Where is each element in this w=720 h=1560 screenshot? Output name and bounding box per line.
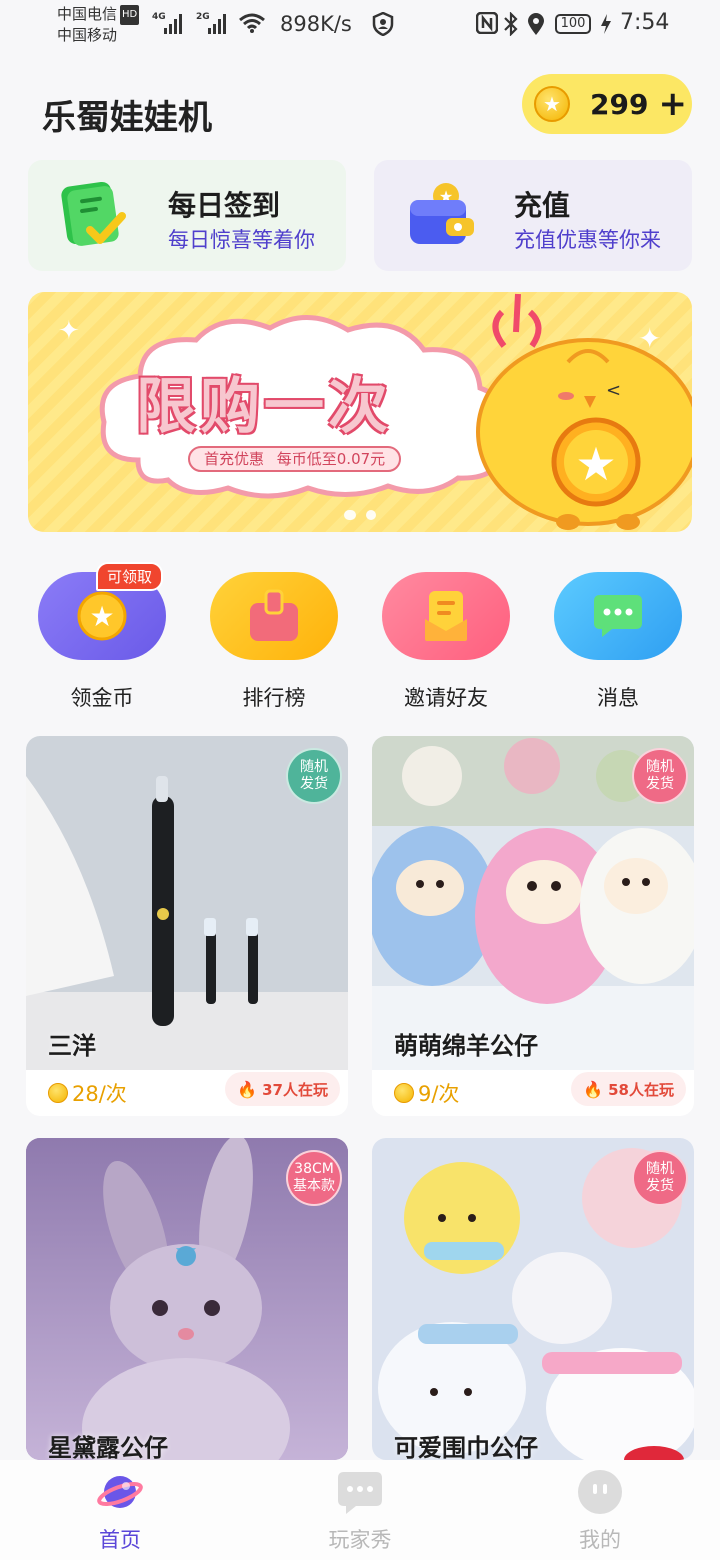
coin-star-icon: ★ 可领取 xyxy=(38,562,166,660)
battery-level: 100 xyxy=(560,16,586,31)
wallet-icon: ★ xyxy=(406,180,474,250)
signal-icon xyxy=(208,12,226,34)
badge-line: 发货 xyxy=(646,1178,674,1194)
product-name: 星黛露公仔 xyxy=(48,1434,168,1460)
pager-dot[interactable] xyxy=(344,510,356,520)
shortcut-label: 邀请好友 xyxy=(404,686,488,710)
badge-line: 随机 xyxy=(646,759,674,775)
carrier-info: 中国电信 HD 中国移动 xyxy=(57,4,140,45)
shortcut-label: 消息 xyxy=(597,686,639,710)
hd-badge: HD xyxy=(120,5,140,25)
profile-face-icon xyxy=(578,1470,622,1514)
recharge-card[interactable]: ★ 充值 充值优惠等你来 xyxy=(374,160,692,271)
product-name: 可爱围巾公仔 xyxy=(394,1434,538,1460)
add-coins-icon: + xyxy=(658,84,687,124)
flame-icon: 🔥 xyxy=(583,1079,604,1099)
svg-text:<: < xyxy=(606,380,621,401)
product-card[interactable]: 随机 发货 三洋 28/次 🔥 37人在玩 xyxy=(26,736,348,1116)
carrier-1: 中国电信 xyxy=(57,5,118,23)
tab-label: 首页 xyxy=(99,1528,141,1552)
privacy-shield-icon xyxy=(372,11,394,41)
location-icon xyxy=(527,12,545,41)
wifi-icon xyxy=(238,12,266,39)
charging-icon xyxy=(600,13,612,40)
checklist-icon xyxy=(60,180,126,250)
message-icon xyxy=(554,572,682,660)
random-shipping-badge: 随机 发货 xyxy=(632,1150,688,1206)
price-value: 9/次 xyxy=(418,1082,460,1106)
tab-label: 玩家秀 xyxy=(328,1528,392,1552)
product-card[interactable]: 随机 发货 萌萌绵羊公仔 9/次 🔥 58人在玩 xyxy=(372,736,694,1116)
shortcut-label: 领金币 xyxy=(70,686,134,710)
tab-label: 我的 xyxy=(579,1528,621,1552)
banner-subtitle: 首充优惠 每币低至0.07元 xyxy=(188,446,402,472)
players-value: 37人在玩 xyxy=(262,1080,328,1099)
signal-icon xyxy=(164,12,182,34)
players-count: 🔥 37人在玩 xyxy=(225,1072,340,1106)
invite-icon xyxy=(382,572,510,660)
shortcut-invite[interactable]: 邀请好友 xyxy=(382,572,510,712)
checkin-subtitle: 每日惊喜等着你 xyxy=(168,228,315,252)
bluetooth-icon xyxy=(502,11,520,41)
claimable-badge: 可领取 xyxy=(96,562,164,591)
badge-line: 随机 xyxy=(646,1161,674,1177)
tab-player-show[interactable]: 玩家秀 xyxy=(280,1460,440,1560)
promo-banner[interactable]: 限购一次 首充优惠 每币低至0.07元 < ★ ✦ ✦ xyxy=(28,292,692,532)
tab-home[interactable]: 首页 xyxy=(40,1460,200,1560)
shortcut-ranking[interactable]: 排行榜 xyxy=(210,572,338,712)
recharge-title: 充值 xyxy=(514,189,571,222)
badge-line: 发货 xyxy=(646,776,674,792)
product-price: 9/次 xyxy=(394,1078,459,1108)
players-count: 🔥 58人在玩 xyxy=(571,1072,686,1106)
planet-icon xyxy=(97,1476,143,1508)
badge-line: 随机 xyxy=(300,759,328,775)
sparkle-icon: ✦ xyxy=(58,316,80,346)
coin-icon: ★ xyxy=(534,86,570,122)
bottom-tab-bar: 首页 玩家秀 我的 xyxy=(0,1460,720,1560)
checkin-title: 每日签到 xyxy=(168,189,281,222)
banner-pager[interactable] xyxy=(344,510,376,520)
badge-line: 发货 xyxy=(300,776,328,792)
product-footer: 28/次 🔥 37人在玩 xyxy=(26,1070,348,1116)
sparkle-icon: ✦ xyxy=(638,322,662,355)
size-badge: 38CM 基本款 xyxy=(286,1150,342,1206)
ranking-bag-icon xyxy=(210,572,338,660)
coin-balance-button[interactable]: ★ 299 + xyxy=(522,74,692,134)
product-card[interactable]: 随机 发货 可爱围巾公仔 xyxy=(372,1138,694,1460)
pager-dot[interactable] xyxy=(366,510,376,520)
product-card[interactable]: 38CM 基本款 星黛露公仔 xyxy=(26,1138,348,1460)
badge-line: 38CM xyxy=(294,1161,334,1177)
recharge-subtitle: 充值优惠等你来 xyxy=(514,228,661,252)
banner-title: 限购一次 xyxy=(136,372,392,442)
product-name: 萌萌绵羊公仔 xyxy=(394,1032,538,1060)
svg-text:★: ★ xyxy=(89,600,114,633)
random-shipping-badge: 随机 发货 xyxy=(286,748,342,804)
app-title: 乐蜀娃娃机 xyxy=(42,98,212,138)
shortcut-messages[interactable]: 消息 xyxy=(554,572,682,712)
daily-checkin-card[interactable]: 每日签到 每日惊喜等着你 xyxy=(28,160,346,271)
svg-text:★: ★ xyxy=(575,437,616,491)
product-footer: 9/次 🔥 58人在玩 xyxy=(372,1070,694,1116)
battery-icon: 100 xyxy=(555,14,591,34)
coin-balance: 299 xyxy=(590,87,649,121)
network-speed: 898K/s xyxy=(280,12,352,36)
product-name: 三洋 xyxy=(48,1032,96,1060)
shortcut-label: 排行榜 xyxy=(242,686,306,710)
coin-icon xyxy=(394,1083,414,1103)
random-shipping-badge: 随机 发货 xyxy=(632,748,688,804)
tab-profile[interactable]: 我的 xyxy=(520,1460,680,1560)
badge-line: 基本款 xyxy=(293,1178,335,1194)
coin-icon xyxy=(48,1083,68,1103)
carrier-2: 中国移动 xyxy=(57,26,118,44)
status-bar: 中国电信 HD 中国移动 4G 2G 898K/s 100 7:54 xyxy=(0,0,720,56)
product-price: 28/次 xyxy=(48,1078,127,1108)
players-value: 58人在玩 xyxy=(608,1080,674,1099)
clock: 7:54 xyxy=(620,10,670,35)
flame-icon: 🔥 xyxy=(237,1079,258,1099)
price-value: 28/次 xyxy=(72,1082,127,1106)
nfc-icon xyxy=(475,11,499,39)
chat-bubble-icon xyxy=(338,1472,382,1514)
shortcut-get-coins[interactable]: ★ 可领取 领金币 xyxy=(38,562,166,712)
